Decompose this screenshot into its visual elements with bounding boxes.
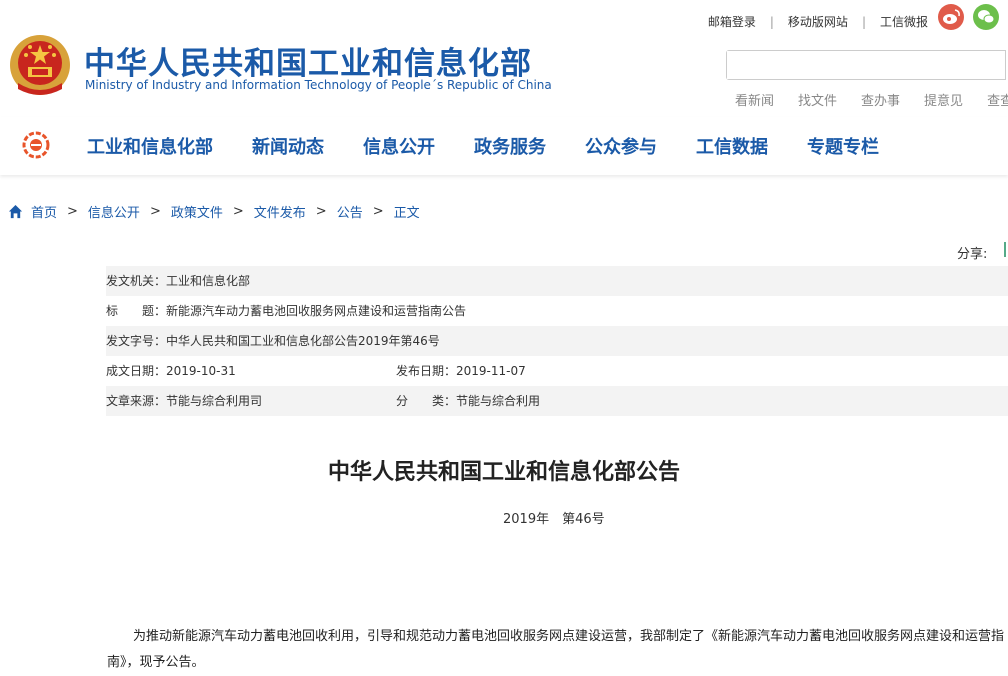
breadcrumb-separator: > (372, 204, 384, 219)
divider: | (769, 15, 774, 29)
weibo-icon[interactable] (938, 4, 964, 30)
share-label: 分享: (957, 247, 988, 262)
miit-logo-icon[interactable] (22, 131, 50, 159)
meta-value: 节能与综合利用司 (166, 394, 263, 408)
nav-item-news[interactable]: 新闻动态 (235, 133, 346, 159)
breadcrumb-announcement[interactable]: 公告 (337, 202, 363, 221)
quick-link-files[interactable]: 找文件 (798, 94, 837, 109)
meta-value: 节能与综合利用 (456, 394, 541, 408)
meta-row-doc-no: 发文字号： 中华人民共和国工业和信息化部公告2019年第46号 (106, 326, 1008, 356)
top-links: 邮箱登录 | 移动版网站 | 工信微报 (708, 13, 928, 30)
search-input[interactable] (727, 51, 1005, 79)
quick-links: 看新闻 找文件 查办事 提意见 查查 (735, 90, 1008, 109)
meta-value: 中华人民共和国工业和信息化部公告2019年第46号 (166, 334, 440, 348)
meta-value: 2019-10-31 (166, 364, 236, 378)
meta-row-source: 文章来源： 节能与综合利用司 分 类： 节能与综合利用 (106, 386, 1008, 416)
breadcrumb-separator: > (232, 204, 244, 219)
meta-label: 发文字号： (106, 334, 167, 348)
meta-label: 标 题： (106, 304, 167, 318)
breadcrumb: 首页 > 信息公开 > 政策文件 > 文件发布 > 公告 > 正文 (8, 202, 420, 221)
nav-item-ministry[interactable]: 工业和信息化部 (70, 133, 235, 159)
miit-weibo-link[interactable]: 工信微报 (880, 15, 928, 29)
article-heading: 中华人民共和国工业和信息化部公告 (327, 460, 680, 485)
nav-item-public-participation[interactable]: 公众参与 (568, 133, 679, 159)
nav-item-info-disclosure[interactable]: 信息公开 (346, 133, 457, 159)
mobile-site-link[interactable]: 移动版网站 (788, 15, 848, 29)
meta-label: 发布日期： (396, 364, 457, 378)
nav-item-topics[interactable]: 专题专栏 (790, 133, 901, 159)
divider: | (861, 15, 866, 29)
meta-value: 2019-11-07 (456, 364, 526, 378)
quick-link-services[interactable]: 查办事 (861, 94, 900, 109)
share-icon[interactable] (1004, 242, 1006, 257)
document-meta: 发文机关： 工业和信息化部 标 题： 新能源汽车动力蓄电池回收服务网点建设和运营… (106, 266, 1008, 416)
home-icon[interactable] (8, 204, 23, 219)
article-body: 为推动新能源汽车动力蓄电池回收利用，引导和规范动力蓄电池回收服务网点建设运营，我… (107, 629, 1005, 670)
national-emblem-icon (10, 35, 70, 95)
meta-row-dates: 成文日期： 2019-10-31 发布日期： 2019-11-07 (106, 356, 1008, 386)
meta-label: 成文日期： (106, 364, 167, 378)
meta-value: 新能源汽车动力蓄电池回收服务网点建设和运营指南公告 (166, 304, 467, 318)
breadcrumb-current[interactable]: 正文 (394, 202, 420, 221)
breadcrumb-separator: > (149, 204, 161, 219)
meta-row-issuer: 发文机关： 工业和信息化部 (106, 266, 1008, 296)
breadcrumb-file-release[interactable]: 文件发布 (254, 202, 306, 221)
site-title[interactable]: 中华人民共和国工业和信息化部 (84, 38, 532, 83)
main-nav: 工业和信息化部 新闻动态 信息公开 政务服务 公众参与 工信数据 专题专栏 (0, 117, 1008, 175)
breadcrumb-separator: > (67, 204, 78, 219)
meta-label: 发文机关： (106, 274, 167, 288)
search-box[interactable] (726, 50, 1006, 80)
breadcrumb-info-disclosure[interactable]: 信息公开 (88, 202, 140, 221)
meta-label: 分 类： (396, 394, 457, 408)
quick-link-feedback[interactable]: 提意见 (924, 94, 963, 109)
wechat-icon[interactable] (973, 4, 999, 30)
breadcrumb-home[interactable]: 首页 (31, 202, 57, 221)
site-subtitle: Ministry of Industry and Information Tec… (85, 78, 552, 92)
nav-item-gov-services[interactable]: 政务服务 (457, 133, 568, 159)
meta-value: 工业和信息化部 (166, 274, 251, 288)
mail-login-link[interactable]: 邮箱登录 (708, 15, 756, 29)
quick-link-news[interactable]: 看新闻 (735, 94, 774, 109)
quick-link-query[interactable]: 查查 (987, 94, 1008, 109)
meta-label: 文章来源： (106, 394, 167, 408)
breadcrumb-policy-files[interactable]: 政策文件 (171, 202, 223, 221)
breadcrumb-separator: > (315, 204, 327, 219)
site-emblem[interactable] (8, 33, 72, 97)
article-number: 2019年 第46号 (503, 512, 605, 527)
meta-row-title: 标 题： 新能源汽车动力蓄电池回收服务网点建设和运营指南公告 (106, 296, 1008, 326)
nav-item-data[interactable]: 工信数据 (679, 133, 790, 159)
